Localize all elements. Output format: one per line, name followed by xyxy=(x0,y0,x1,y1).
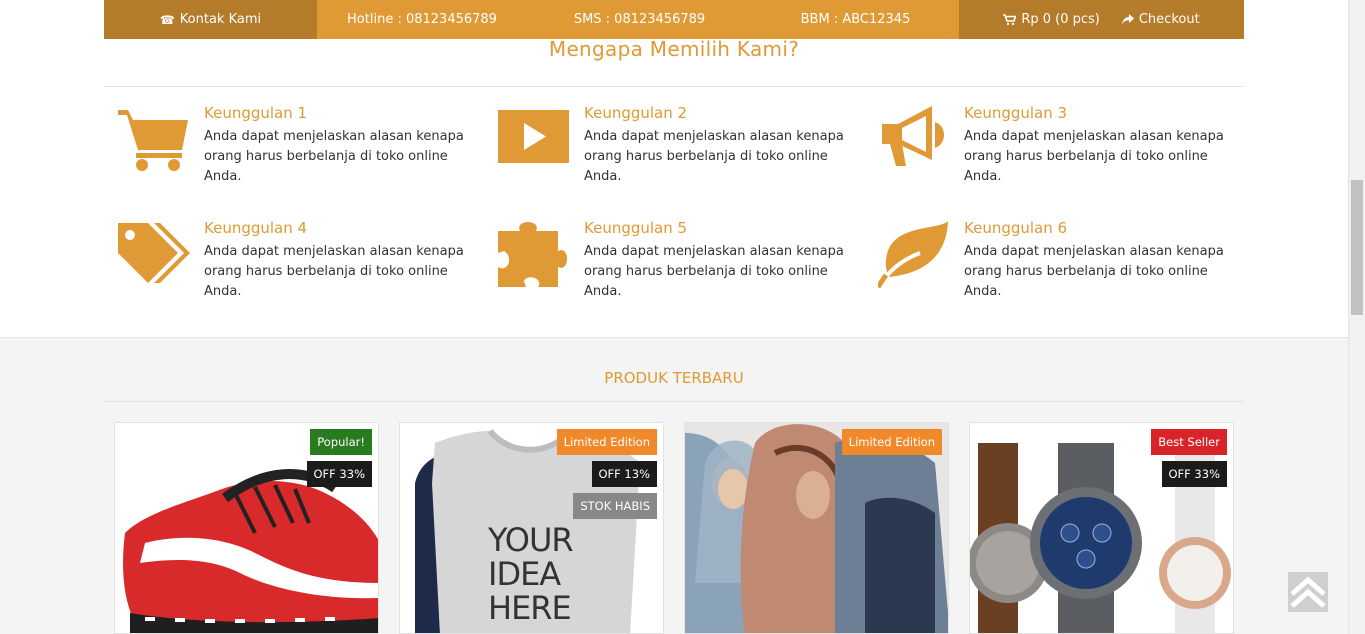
sms-text: SMS : 08123456789 xyxy=(573,12,706,27)
back-to-top-button[interactable] xyxy=(1288,572,1328,612)
label-badge: Popular! xyxy=(310,429,372,455)
feature-title: Keunggulan 1 xyxy=(204,104,308,122)
discount-badge: OFF 33% xyxy=(1161,461,1227,487)
checkout-link[interactable]: Checkout xyxy=(1121,12,1200,27)
label-badge: Limited Edition xyxy=(841,429,942,455)
product-card-4[interactable]: Best Seller OFF 33% xyxy=(969,422,1234,634)
feature-desc: Anda dapat menjelaskan alasan kenapa ora… xyxy=(204,244,464,299)
cart-area: Rp 0 (0 pcs) Checkout xyxy=(959,0,1244,39)
phone-icon: ☎ xyxy=(159,12,175,27)
feature-2: Keunggulan 2 Anda dapat menjelaskan alas… xyxy=(498,102,858,202)
feature-desc: Anda dapat menjelaskan alasan kenapa ora… xyxy=(584,244,844,299)
feature-desc: Anda dapat menjelaskan alasan kenapa ora… xyxy=(964,244,1224,299)
puzzle-icon xyxy=(498,222,567,287)
contact-link[interactable]: ☎ Kontak Kami xyxy=(104,0,317,39)
cart-icon xyxy=(1003,13,1017,25)
feature-5: Keunggulan 5 Anda dapat menjelaskan alas… xyxy=(498,217,858,317)
label-badge: Limited Edition xyxy=(556,429,657,455)
tags-icon xyxy=(118,223,190,283)
cart-total: Rp 0 (0 pcs) xyxy=(1021,12,1100,27)
feature-title: Keunggulan 5 xyxy=(584,219,688,237)
stock-badge: STOK HABIS xyxy=(573,493,657,519)
tshirt-print: YOUR IDEA HERE xyxy=(488,521,574,627)
feature-desc: Anda dapat menjelaskan alasan kenapa ora… xyxy=(964,129,1224,184)
share-arrow-icon xyxy=(1121,14,1134,25)
feature-title: Keunggulan 3 xyxy=(964,104,1068,122)
feature-title: Keunggulan 2 xyxy=(584,104,688,122)
megaphone-icon xyxy=(882,106,944,166)
product-card-1[interactable]: Popular! OFF 33% xyxy=(114,422,379,634)
feature-4: Keunggulan 4 Anda dapat menjelaskan alas… xyxy=(118,217,478,317)
discount-badge: OFF 33% xyxy=(306,461,372,487)
scrollbar-thumb[interactable] xyxy=(1351,180,1363,315)
feature-3: Keunggulan 3 Anda dapat menjelaskan alas… xyxy=(878,102,1238,202)
feature-desc: Anda dapat menjelaskan alasan kenapa ora… xyxy=(204,129,464,184)
feature-desc: Anda dapat menjelaskan alasan kenapa ora… xyxy=(584,129,844,184)
chevron-up-icon xyxy=(1290,576,1326,608)
divider xyxy=(104,86,1244,87)
hotline-text: Hotline : 08123456789 xyxy=(347,12,497,27)
discount-badge: OFF 13% xyxy=(591,461,657,487)
why-title: Mengapa Memilih Kami? xyxy=(548,37,800,61)
label-badge: Best Seller xyxy=(1151,429,1227,455)
scrollbar[interactable] xyxy=(1348,0,1365,634)
divider xyxy=(104,401,1244,402)
product-card-2[interactable]: YOUR IDEA HERE Limited Edition OFF 13% S… xyxy=(399,422,664,634)
feature-1: Keunggulan 1 Anda dapat menjelaskan alas… xyxy=(118,102,478,202)
leaf-icon xyxy=(878,221,948,289)
products-title: PRODUK TERBARU xyxy=(604,369,744,387)
checkout-label: Checkout xyxy=(1138,12,1200,27)
play-icon xyxy=(498,110,569,163)
contact-label: Kontak Kami xyxy=(179,12,262,27)
feature-title: Keunggulan 6 xyxy=(964,219,1068,237)
top-bar: ☎ Kontak Kami Hotline : 08123456789 SMS … xyxy=(104,0,1244,39)
product-card-3[interactable]: Limited Edition xyxy=(684,422,949,634)
bbm-text: BBM : ABC12345 xyxy=(800,12,911,27)
cart-link[interactable]: Rp 0 (0 pcs) xyxy=(1003,12,1100,27)
feature-title: Keunggulan 4 xyxy=(204,219,308,237)
cart-icon xyxy=(118,110,188,171)
feature-6: Keunggulan 6 Anda dapat menjelaskan alas… xyxy=(878,217,1238,317)
